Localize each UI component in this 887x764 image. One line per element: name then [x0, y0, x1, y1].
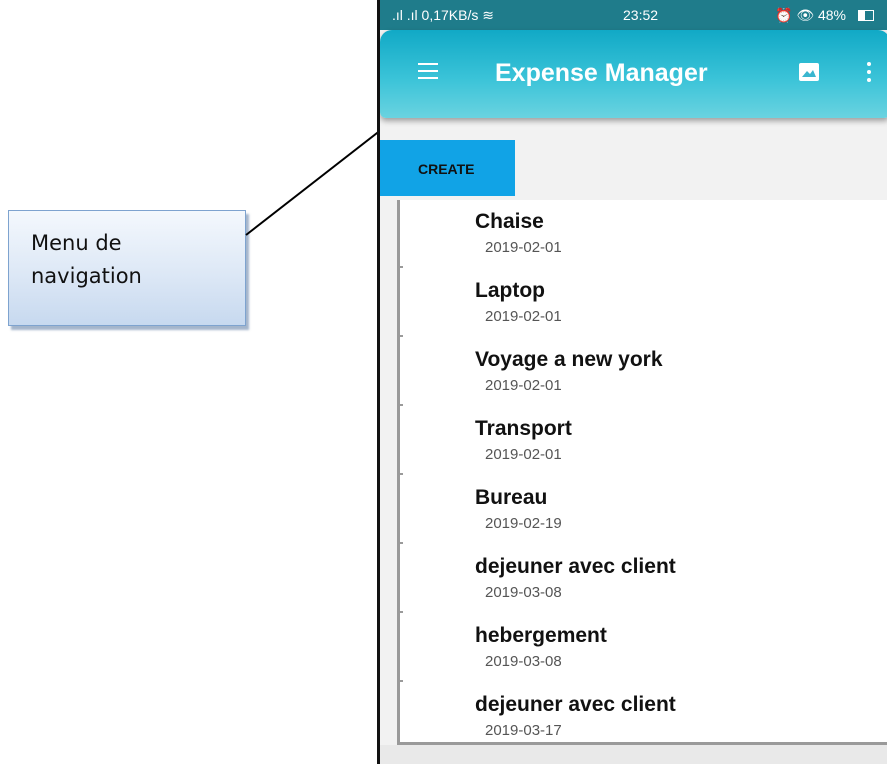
hamburger-menu-icon[interactable]	[418, 63, 438, 79]
row-divider	[400, 266, 403, 268]
status-indicators: ⏰ 👁 48%	[775, 7, 847, 23]
expense-date: 2019-02-01	[485, 239, 562, 256]
battery-icon	[858, 10, 874, 21]
annotation-line-1: Menu de	[31, 231, 122, 255]
more-vert-icon[interactable]	[867, 62, 873, 82]
expense-date: 2019-02-01	[485, 308, 562, 325]
expense-name: Chaise	[475, 210, 544, 233]
expense-date: 2019-02-19	[485, 515, 562, 532]
list-item[interactable]: Transport 2019-02-01	[400, 407, 887, 475]
bottom-area	[380, 745, 887, 764]
app-bar: Expense Manager	[380, 30, 887, 118]
tab-bar: CREATE	[380, 140, 887, 196]
tab-create[interactable]: CREATE	[380, 140, 515, 196]
expense-list[interactable]: Chaise 2019-02-01 Laptop 2019-02-01 Voya…	[397, 200, 887, 745]
list-item[interactable]: Voyage a new york 2019-02-01	[400, 338, 887, 406]
expense-name: dejeuner avec client	[475, 555, 676, 578]
list-item[interactable]: hebergement 2019-03-08	[400, 614, 887, 682]
list-item[interactable]: Laptop 2019-02-01	[400, 269, 887, 337]
app-title: Expense Manager	[495, 59, 708, 87]
network-status: .ıl .ıl 0,17KB/s ≋	[392, 7, 494, 23]
list-item[interactable]: dejeuner avec client 2019-03-17	[400, 683, 887, 742]
expense-name: Voyage a new york	[475, 348, 663, 371]
expense-name: Transport	[475, 417, 572, 440]
expense-date: 2019-03-08	[485, 653, 562, 670]
expense-name: hebergement	[475, 624, 607, 647]
row-divider	[400, 335, 403, 337]
status-bar: .ıl .ıl 0,17KB/s ≋ 23:52 ⏰ 👁 48%	[380, 0, 887, 30]
image-icon[interactable]	[799, 63, 819, 81]
row-divider	[400, 473, 403, 475]
annotation-callout: Menu de navigation	[8, 210, 246, 326]
list-item[interactable]: dejeuner avec client 2019-03-08	[400, 545, 887, 613]
annotation-line-2: navigation	[31, 264, 142, 288]
row-divider	[400, 404, 403, 406]
clock: 23:52	[623, 7, 659, 23]
expense-name: Laptop	[475, 279, 545, 302]
expense-name: Bureau	[475, 486, 548, 509]
phone-screen: .ıl .ıl 0,17KB/s ≋ 23:52 ⏰ 👁 48% Expense…	[377, 0, 887, 764]
expense-date: 2019-02-01	[485, 446, 562, 463]
list-item[interactable]: Chaise 2019-02-01	[400, 200, 887, 268]
expense-name: dejeuner avec client	[475, 693, 676, 716]
expense-date: 2019-02-01	[485, 377, 562, 394]
expense-date: 2019-03-08	[485, 584, 562, 601]
row-divider	[400, 611, 403, 613]
row-divider	[400, 680, 403, 682]
row-divider	[400, 542, 403, 544]
list-item[interactable]: Bureau 2019-02-19	[400, 476, 887, 544]
expense-date: 2019-03-17	[485, 722, 562, 739]
